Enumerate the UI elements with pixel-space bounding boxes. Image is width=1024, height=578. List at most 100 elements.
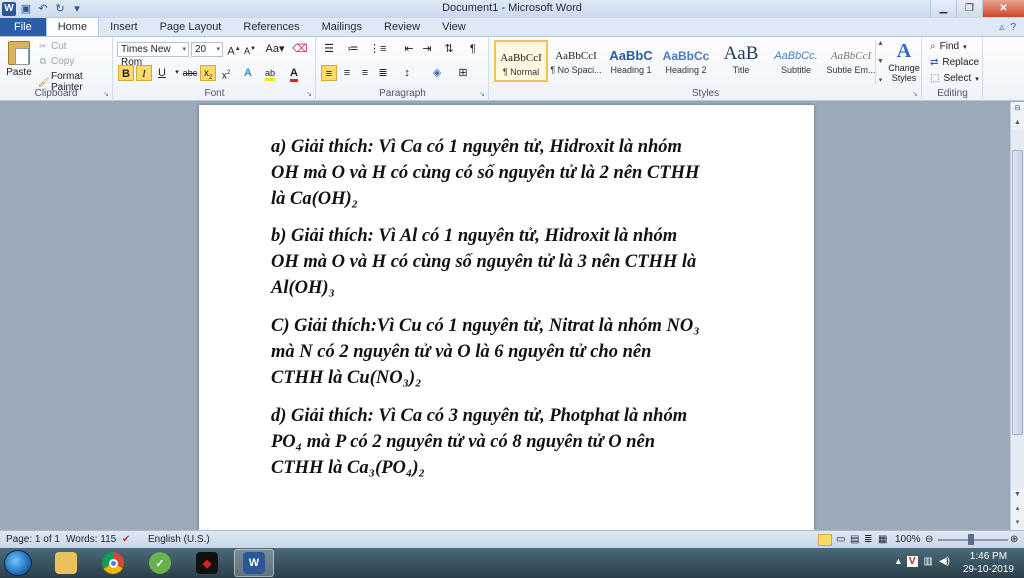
show-hidden-icons-icon[interactable]: ▴ — [896, 556, 901, 567]
styles-gallery-scroll[interactable]: ▲ ▼ ▾ — [875, 40, 885, 84]
save-icon[interactable]: ▣ — [19, 2, 33, 16]
subscript-button[interactable]: x2 — [200, 65, 216, 81]
paragraph-b[interactable]: b) Giải thích: Vì Al có 1 nguyên tử, Hid… — [271, 223, 751, 301]
paragraph-launcher-icon[interactable]: ↘ — [479, 90, 485, 98]
language-indicator[interactable]: English (U.S.) — [148, 534, 210, 545]
minimize-ribbon-icon[interactable]: ▵ — [999, 22, 1004, 33]
draft-view-icon[interactable]: ▦ — [878, 534, 887, 545]
print-layout-view-icon[interactable] — [818, 534, 832, 546]
select-button[interactable]: ⬚ Select ▾ — [930, 73, 979, 84]
taskbar-app-red[interactable]: ◆ — [187, 549, 227, 577]
tab-mailings[interactable]: Mailings — [311, 18, 373, 36]
maximize-button[interactable]: ❐ — [956, 0, 982, 17]
align-right-button[interactable]: ≡ — [357, 65, 373, 81]
paragraph-c[interactable]: C) Giải thích:Vì Cu có 1 nguyên tử, Nitr… — [271, 313, 751, 391]
font-launcher-icon[interactable]: ↘ — [306, 90, 312, 98]
style-normal[interactable]: AaBbCcI ¶ Normal — [494, 40, 548, 82]
taskbar-word[interactable]: W — [234, 549, 274, 577]
scroll-down-icon[interactable]: ▼ — [1011, 488, 1024, 502]
highlight-color-button[interactable]: ab — [262, 65, 278, 81]
grow-font-button[interactable]: A▲ — [226, 41, 242, 58]
tab-file[interactable]: File — [0, 18, 46, 36]
sort-button[interactable]: ⇅ — [441, 41, 457, 57]
style-no-spacing[interactable]: AaBbCcI ¶ No Spaci... — [549, 40, 603, 82]
clipboard-launcher-icon[interactable]: ↘ — [103, 90, 109, 98]
superscript-button[interactable]: x2 — [218, 65, 234, 81]
change-styles-button[interactable]: A Change Styles — [887, 40, 921, 83]
font-size-dropdown[interactable]: 20 ▾ — [191, 42, 223, 57]
taskbar-chrome[interactable] — [93, 549, 133, 577]
underline-button[interactable]: U — [154, 65, 170, 81]
clear-formatting-icon[interactable]: ⌫ — [292, 41, 308, 57]
tab-view[interactable]: View — [431, 18, 477, 36]
outline-view-icon[interactable]: ≣ — [864, 534, 872, 545]
style-subtle-emphasis[interactable]: AaBbCcI Subtle Em... — [824, 40, 878, 82]
style-title[interactable]: AaB Title — [714, 40, 768, 82]
clock[interactable]: 1:46 PM 29-10-2019 — [963, 550, 1014, 576]
ruler-toggle-icon[interactable]: ⊟ — [1011, 102, 1024, 116]
style-heading-2[interactable]: AaBbCc Heading 2 — [659, 40, 713, 82]
scroll-thumb[interactable] — [1012, 150, 1023, 435]
page-count[interactable]: Page: 1 of 1 — [6, 534, 60, 545]
proofing-icon[interactable]: ✔ — [122, 534, 130, 545]
network-icon[interactable]: ▥ — [924, 556, 933, 567]
taskbar-app-green[interactable]: ✓ — [140, 549, 180, 577]
cut-button[interactable]: ✂ Cut — [38, 41, 66, 52]
align-center-button[interactable]: ≡ — [339, 65, 355, 81]
tray-app-icon[interactable]: V — [906, 556, 918, 567]
taskbar-explorer[interactable] — [46, 549, 86, 577]
decrease-indent-button[interactable]: ⇤ — [401, 41, 417, 57]
zoom-slider-thumb[interactable] — [968, 534, 974, 545]
copy-button[interactable]: ⧉ Copy — [38, 56, 75, 67]
customize-qat-icon[interactable]: ▾ — [70, 2, 84, 16]
align-left-button[interactable]: ≡ — [321, 65, 337, 81]
undo-icon[interactable]: ↶ — [36, 2, 50, 16]
next-page-icon[interactable]: ▾ — [1011, 516, 1024, 530]
strikethrough-button[interactable]: abc — [182, 65, 198, 81]
zoom-level[interactable]: 100% — [895, 534, 921, 545]
multilevel-list-button[interactable]: ⋮≡ — [369, 41, 386, 57]
gallery-up-icon[interactable]: ▲ — [876, 40, 885, 47]
italic-button[interactable]: I — [136, 65, 152, 81]
bullets-button[interactable]: ☰ — [321, 41, 337, 57]
scroll-up-icon[interactable]: ▲ — [1011, 116, 1024, 130]
styles-launcher-icon[interactable]: ↘ — [912, 90, 918, 98]
paragraph-d[interactable]: d) Giải thích: Vì Ca có 3 nguyên tử, Pho… — [271, 403, 751, 481]
document-page[interactable]: a) Giải thích: Vì Ca có 1 nguyên tử, Hid… — [199, 105, 814, 537]
tab-insert[interactable]: Insert — [99, 18, 149, 36]
shrink-font-button[interactable]: A▼ — [242, 41, 258, 57]
bold-button[interactable]: B — [118, 65, 134, 81]
start-button[interactable] — [4, 550, 32, 576]
replace-button[interactable]: ⇄ Replace — [930, 57, 979, 68]
paste-button[interactable]: Paste — [6, 41, 32, 78]
font-color-button[interactable]: A — [286, 65, 302, 82]
change-case-button[interactable]: Aa▾ — [264, 41, 286, 57]
show-hide-marks-button[interactable]: ¶ — [465, 41, 481, 57]
close-button[interactable]: ✕ — [982, 0, 1024, 17]
word-app-icon[interactable]: W — [2, 2, 16, 16]
find-button[interactable]: ⌕ Find ▾ — [930, 41, 967, 52]
word-count[interactable]: Words: 115 — [66, 534, 116, 545]
justify-button[interactable]: ≣ — [375, 65, 391, 81]
zoom-out-icon[interactable]: ⊖ — [925, 534, 933, 545]
volume-icon[interactable]: ◀) — [939, 556, 950, 567]
minimize-button[interactable]: ▁ — [930, 0, 956, 17]
numbering-button[interactable]: ≔ — [345, 41, 361, 57]
shading-button[interactable]: ◈ — [429, 65, 445, 81]
style-subtitle[interactable]: AaBbCc. Subtitle — [769, 40, 823, 82]
help-icon[interactable]: ? — [1010, 22, 1016, 33]
full-screen-view-icon[interactable]: ▭ — [836, 534, 845, 545]
tab-references[interactable]: References — [232, 18, 310, 36]
borders-button[interactable]: ⊞ — [455, 65, 471, 81]
tab-review[interactable]: Review — [373, 18, 431, 36]
zoom-in-icon[interactable]: ⊕ — [1010, 534, 1018, 545]
tab-page-layout[interactable]: Page Layout — [149, 18, 233, 36]
paragraph-a[interactable]: a) Giải thích: Vì Ca có 1 nguyên tử, Hid… — [271, 134, 751, 212]
font-name-dropdown[interactable]: Times New Rom ▾ — [117, 42, 189, 68]
redo-icon[interactable]: ↻ — [53, 2, 67, 16]
style-heading-1[interactable]: AaBbC Heading 1 — [604, 40, 658, 82]
gallery-more-icon[interactable]: ▾ — [876, 76, 885, 84]
tab-home[interactable]: Home — [45, 17, 100, 36]
web-layout-view-icon[interactable]: ▤ — [850, 534, 859, 545]
gallery-down-icon[interactable]: ▼ — [876, 58, 885, 65]
